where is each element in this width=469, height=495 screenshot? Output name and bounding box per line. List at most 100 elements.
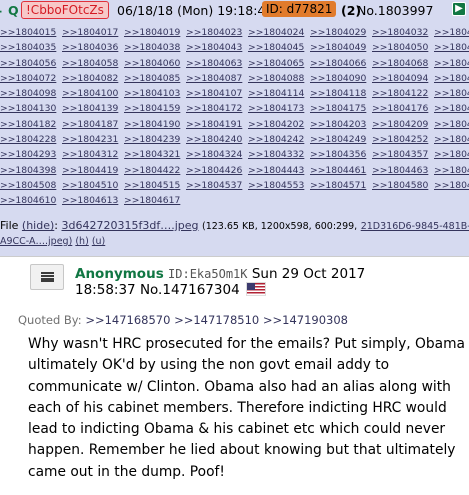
backlink[interactable]: >>1804580 <box>372 178 428 193</box>
hide-file-link[interactable]: (hide) <box>22 219 54 232</box>
backlink[interactable]: >>1804070 <box>434 56 469 71</box>
backlink[interactable]: >>1804082 <box>62 71 118 86</box>
backlink[interactable]: >>1804098 <box>0 86 56 101</box>
backlink[interactable]: >>1804356 <box>310 147 366 162</box>
image-search-h-link[interactable]: (h) <box>75 236 88 247</box>
backlink[interactable]: >>1804276 <box>434 132 469 147</box>
backlink[interactable]: >>1804223 <box>434 117 469 132</box>
backlink[interactable]: >>1804594 <box>434 178 469 193</box>
backlink[interactable]: >>1804058 <box>62 56 118 71</box>
backlink[interactable]: >>1804122 <box>372 86 428 101</box>
image-search-u-link[interactable]: (u) <box>92 236 105 247</box>
backlink[interactable]: >>1804032 <box>372 25 428 40</box>
backlink[interactable]: >>1804023 <box>186 25 242 40</box>
backlink[interactable]: >>1804036 <box>62 40 118 55</box>
backlink[interactable]: >>1804249 <box>310 132 366 147</box>
backlink[interactable]: >>1804088 <box>248 71 304 86</box>
backlink[interactable]: >>1804209 <box>372 117 428 132</box>
backlink[interactable]: >>1804126 <box>434 86 469 101</box>
backlink[interactable]: >>1804321 <box>124 147 180 162</box>
backlink[interactable]: >>1804094 <box>372 71 428 86</box>
backlink[interactable]: >>1804515 <box>124 178 180 193</box>
backlink[interactable]: >>1804178 <box>434 101 469 116</box>
backlink[interactable]: >>1804072 <box>0 71 56 86</box>
backlink[interactable]: >>1804239 <box>124 132 180 147</box>
backlink[interactable]: >>1804252 <box>372 132 428 147</box>
backlink[interactable]: >>1804172 <box>186 101 242 116</box>
original-filename-link[interactable]: 21D316D6-9845-481B- <box>361 221 469 232</box>
backlink[interactable]: >>1804045 <box>248 40 304 55</box>
backlink[interactable]: >>1804610 <box>0 193 56 208</box>
backlink[interactable]: >>1804508 <box>0 178 56 193</box>
backlink[interactable]: >>1804312 <box>62 147 118 162</box>
backlink[interactable]: >>1804203 <box>310 117 366 132</box>
backlink[interactable]: >>1804293 <box>0 147 56 162</box>
backlink[interactable]: >>1804324 <box>186 147 242 162</box>
backlink[interactable]: >>1804118 <box>310 86 366 101</box>
backlink[interactable]: >>1804202 <box>248 117 304 132</box>
backlink[interactable]: >>1804139 <box>62 101 118 116</box>
backlink[interactable]: >>1804087 <box>186 71 242 86</box>
quoted-by-link[interactable]: >>147168570 <box>85 313 170 327</box>
backlink[interactable]: >>1804159 <box>124 101 180 116</box>
backlink[interactable]: >>1804571 <box>310 178 366 193</box>
backlink[interactable]: >>1804553 <box>248 178 304 193</box>
expand-toggle-icon[interactable]: ▶ <box>452 2 466 16</box>
backlink[interactable]: >>1804380 <box>434 147 469 162</box>
backlink[interactable]: >>1804085 <box>124 71 180 86</box>
backlink[interactable]: >>1804068 <box>372 56 428 71</box>
original-filename-link-cont[interactable]: A9CC-A….jpeg) <box>0 236 72 247</box>
backlink[interactable]: >>1804066 <box>310 56 366 71</box>
backlink[interactable]: >>1804190 <box>124 117 180 132</box>
backlink[interactable]: >>1804228 <box>0 132 56 147</box>
backlink[interactable]: >>1804130 <box>0 101 56 116</box>
backlink[interactable]: >>1804426 <box>186 163 242 178</box>
quoted-by-link[interactable]: >>147190308 <box>263 313 348 327</box>
backlink[interactable]: >>1804056 <box>0 56 56 71</box>
file-name-link[interactable]: 3d642720315f3df….jpeg <box>62 219 199 232</box>
backlink[interactable]: >>1804017 <box>62 25 118 40</box>
backlink[interactable]: >>1804242 <box>248 132 304 147</box>
backlink[interactable]: >>1804035 <box>0 40 56 55</box>
backlink[interactable]: >>1804107 <box>186 86 242 101</box>
backlink[interactable]: >>1804176 <box>372 101 428 116</box>
backlink[interactable]: >>1804240 <box>186 132 242 147</box>
backlink[interactable]: >>1804114 <box>248 86 304 101</box>
backlink[interactable]: >>1804187 <box>62 117 118 132</box>
backlink[interactable]: >>1804617 <box>124 193 180 208</box>
backlink[interactable]: >>1804019 <box>124 25 180 40</box>
quoted-post-number[interactable]: No.147167304 <box>140 282 240 298</box>
backlink[interactable]: >>1804490 <box>434 163 469 178</box>
backlink[interactable]: >>1804398 <box>0 163 56 178</box>
poster-id-badge[interactable]: ID: d77821 <box>262 1 337 17</box>
backlink[interactable]: >>1804461 <box>310 163 366 178</box>
backlink[interactable]: >>1804038 <box>124 40 180 55</box>
backlink[interactable]: >>1804033 <box>434 25 469 40</box>
backlink[interactable]: >>1804029 <box>310 25 366 40</box>
backlink[interactable]: >>1804024 <box>248 25 304 40</box>
backlink[interactable]: >>1804422 <box>124 163 180 178</box>
backlink[interactable]: >>1804103 <box>124 86 180 101</box>
post-menu-button[interactable] <box>30 264 64 290</box>
backlink[interactable]: >>1804510 <box>62 178 118 193</box>
backlink[interactable]: >>1804613 <box>62 193 118 208</box>
post-number[interactable]: No.1803997 <box>357 3 433 18</box>
backlink[interactable]: >>1804063 <box>186 56 242 71</box>
backlink[interactable]: >>1804419 <box>62 163 118 178</box>
quoted-by-link[interactable]: >>147178510 <box>174 313 259 327</box>
poster-id[interactable]: ID:Eka5Om1K <box>168 267 247 281</box>
backlink[interactable]: >>1804015 <box>0 25 56 40</box>
backlink[interactable]: >>1804049 <box>310 40 366 55</box>
backlink[interactable]: >>1804065 <box>248 56 304 71</box>
backlink[interactable]: >>1804052 <box>434 40 469 55</box>
backlink[interactable]: >>1804100 <box>62 86 118 101</box>
backlink[interactable]: >>1804537 <box>186 178 242 193</box>
backlink[interactable]: >>1804090 <box>310 71 366 86</box>
backlink[interactable]: >>1804443 <box>248 163 304 178</box>
backlink[interactable]: >>1804097 <box>434 71 469 86</box>
backlink[interactable]: >>1804173 <box>248 101 304 116</box>
backlink[interactable]: >>1804043 <box>186 40 242 55</box>
backlink[interactable]: >>1804332 <box>248 147 304 162</box>
backlink[interactable]: >>1804182 <box>0 117 56 132</box>
backlink[interactable]: >>1804175 <box>310 101 366 116</box>
